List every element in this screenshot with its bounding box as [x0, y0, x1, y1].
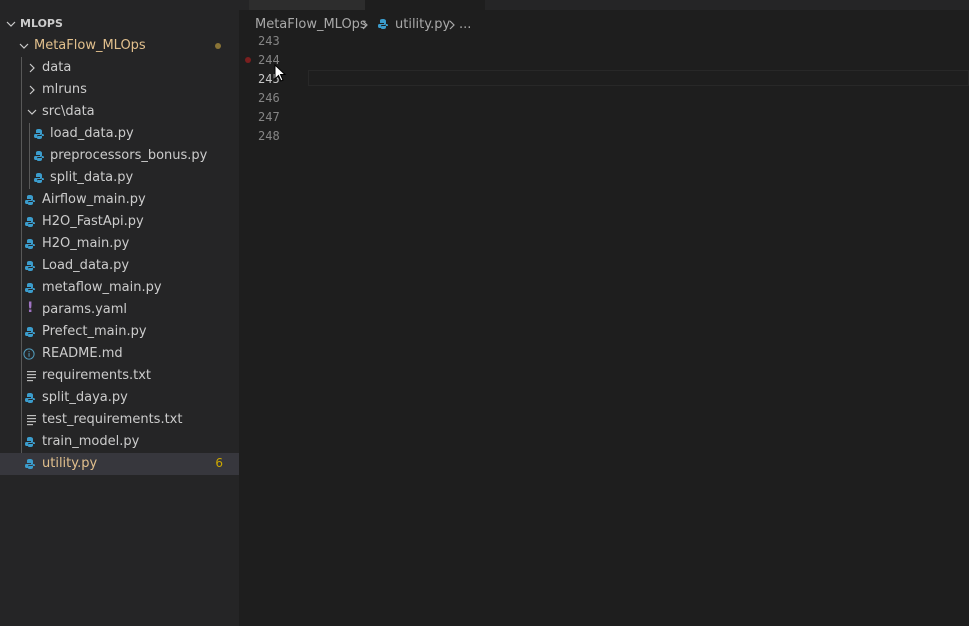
tree-item-label: preprocessors_bonus.py — [50, 148, 208, 163]
vscode-window: MLOPS MetaFlow_MLOps data mlruns src\dat… — [0, 0, 969, 626]
tree-item-label: requirements.txt — [42, 368, 152, 383]
tree-item-h2o-fastapi[interactable]: H2O_FastApi.py — [0, 211, 239, 233]
tree-item-label: utility.py — [42, 456, 98, 471]
python-icon — [25, 393, 35, 403]
line-number: 243 — [258, 34, 280, 48]
python-icon — [25, 437, 35, 447]
text-lines-icon — [27, 415, 36, 426]
tree-item-label: Prefect_main.py — [42, 324, 147, 339]
chevron-right-icon — [29, 63, 35, 73]
tree-item-prefect-main[interactable]: Prefect_main.py — [0, 321, 239, 343]
tab-utility[interactable] — [365, 0, 485, 10]
python-icon — [25, 283, 35, 293]
tree-item-label: Load_data.py — [42, 258, 130, 273]
tree-item-airflow-main[interactable]: Airflow_main.py — [0, 189, 239, 211]
tree-item-data[interactable]: data — [0, 57, 239, 79]
tree-item-load-data-top[interactable]: Load_data.py — [0, 255, 239, 277]
python-icon — [34, 129, 44, 139]
root-folder-label: MetaFlow_MLOps — [34, 38, 146, 53]
tree-item-preprocessors-bonus[interactable]: preprocessors_bonus.py — [0, 145, 239, 167]
exclamation-icon: ! — [27, 300, 34, 316]
mouse-cursor-icon — [274, 64, 287, 82]
tree-item-label: load_data.py — [50, 126, 134, 141]
chevron-down-icon — [19, 43, 29, 49]
tree-item-src-data[interactable]: src\data — [0, 101, 239, 123]
tree-item-mlruns[interactable]: mlruns — [0, 79, 239, 101]
tree-item-label: Airflow_main.py — [42, 192, 146, 207]
python-icon — [25, 459, 35, 469]
explorer-section-header[interactable]: MLOPS — [0, 13, 239, 35]
tree-item-label: train_model.py — [42, 434, 140, 449]
tree-item-label: H2O_main.py — [42, 236, 130, 251]
line-number: 247 — [258, 110, 280, 124]
tree-item-label: metaflow_main.py — [42, 280, 162, 295]
text-lines-icon — [27, 371, 36, 382]
tree-item-load-data[interactable]: load_data.py — [0, 123, 239, 145]
tree-item-split-daya[interactable]: split_daya.py — [0, 387, 239, 409]
chevron-down-icon — [6, 21, 16, 27]
tree-item-requirements[interactable]: requirements.txt — [0, 365, 239, 387]
explorer-sidebar: MLOPS MetaFlow_MLOps data mlruns src\dat… — [0, 0, 239, 626]
python-icon — [25, 261, 35, 271]
line-number: 248 — [258, 129, 280, 143]
tree-item-train-model[interactable]: train_model.py — [0, 431, 239, 453]
tree-item-label: split_data.py — [50, 170, 134, 185]
breadcrumb-file[interactable]: utility.py — [395, 17, 450, 32]
breadcrumb-ellipsis[interactable]: ... — [459, 17, 471, 32]
chevron-down-icon — [27, 109, 37, 115]
problem-count-badge: 6 — [215, 456, 223, 470]
chevron-right-icon — [449, 20, 455, 30]
tree-item-test-requirements[interactable]: test_requirements.txt — [0, 409, 239, 431]
modified-indicator — [215, 43, 221, 49]
tree-item-utility[interactable]: utility.py 6 — [0, 453, 239, 475]
tree-item-label: README.md — [42, 346, 123, 361]
tree-item-readme[interactable]: README.md — [0, 343, 239, 365]
breadcrumb-folder[interactable]: MetaFlow_MLOps — [255, 17, 367, 32]
tree-item-h2o-main[interactable]: H2O_main.py — [0, 233, 239, 255]
tree-item-label: H2O_FastApi.py — [42, 214, 144, 229]
breakpoint-hint-icon[interactable] — [245, 57, 251, 63]
tree-item-label: split_daya.py — [42, 390, 128, 405]
tree-item-split-data[interactable]: split_data.py — [0, 167, 239, 189]
tree-item-label: data — [42, 60, 72, 75]
tree-item-label: mlruns — [42, 82, 87, 97]
line-number: 246 — [258, 91, 280, 105]
info-icon — [23, 348, 35, 360]
python-icon — [25, 195, 35, 205]
python-icon — [25, 327, 35, 337]
editor-tab-strip — [239, 0, 969, 10]
tab-get-started[interactable] — [249, 0, 365, 10]
tree-item-label: test_requirements.txt — [42, 412, 183, 427]
tree-item-metaflow-main[interactable]: metaflow_main.py — [0, 277, 239, 299]
tree-item-label: src\data — [42, 104, 95, 119]
python-icon — [34, 173, 44, 183]
tree-item-root-folder[interactable]: MetaFlow_MLOps — [0, 35, 239, 57]
python-icon — [34, 151, 44, 161]
chevron-right-icon — [362, 20, 368, 30]
current-line-highlight[interactable] — [308, 70, 969, 86]
tree-item-label: params.yaml — [42, 302, 128, 317]
chevron-right-icon — [29, 85, 35, 95]
python-icon — [378, 19, 388, 29]
tree-item-params-yaml[interactable]: ! params.yaml — [0, 299, 239, 321]
section-title: MLOPS — [20, 17, 63, 30]
python-icon — [25, 217, 35, 227]
python-icon — [25, 239, 35, 249]
